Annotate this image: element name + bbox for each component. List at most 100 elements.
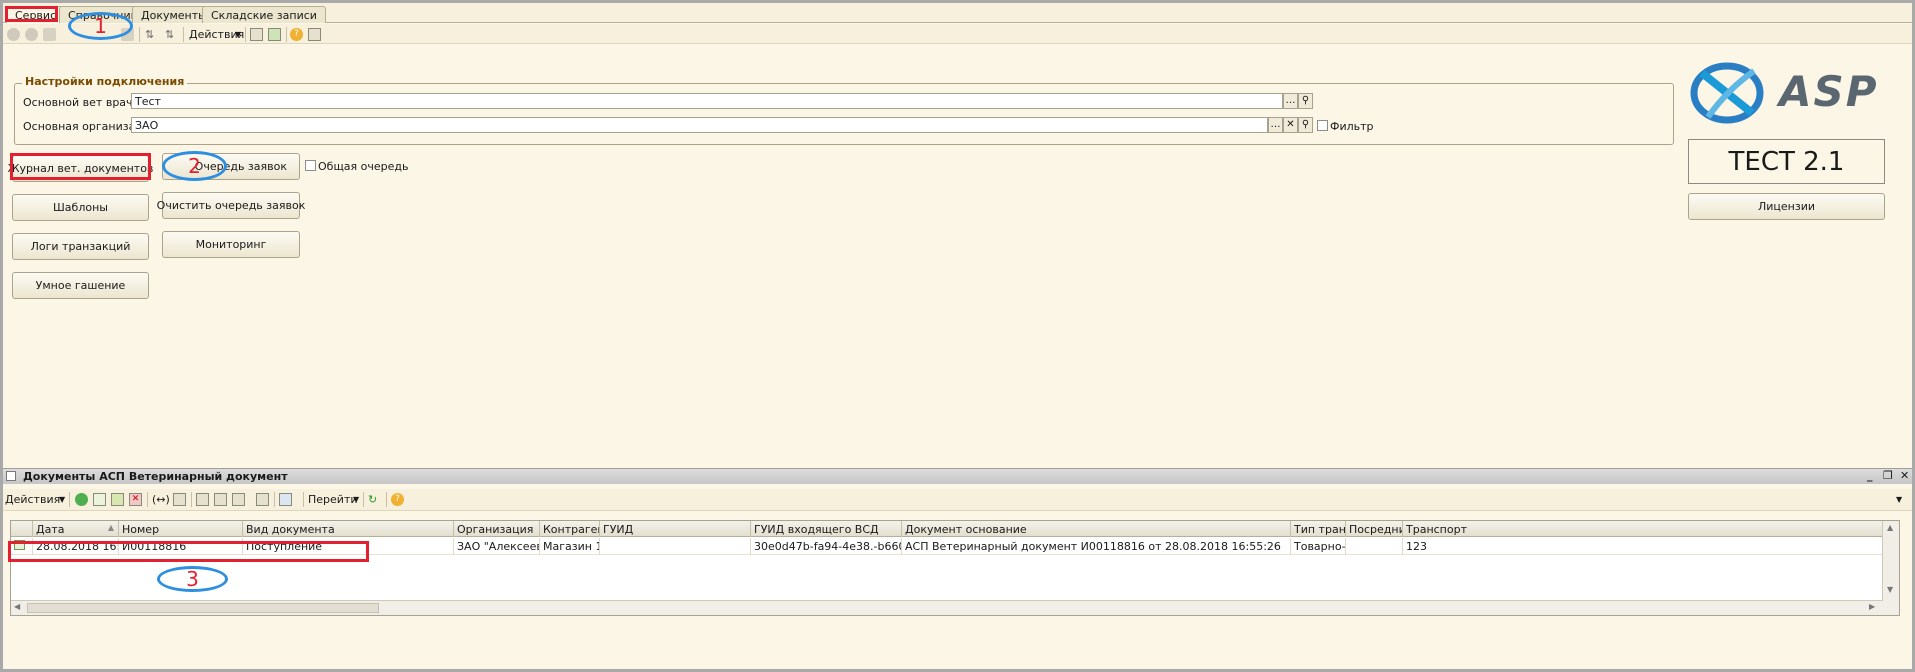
general-queue-label: Общая очередь (318, 160, 409, 173)
horizontal-scrollbar[interactable]: ◀ ▶ (11, 600, 1883, 615)
forward-icon[interactable] (25, 28, 38, 41)
clear-filter-icon[interactable] (256, 493, 269, 506)
edit-icon[interactable] (43, 28, 56, 41)
highlight-box-row (8, 541, 369, 562)
column-label: Дата (36, 523, 65, 536)
scroll-left-icon[interactable]: ◀ (14, 602, 20, 611)
back-icon[interactable] (7, 28, 20, 41)
column-header-doc-type[interactable]: Вид документа (243, 521, 454, 537)
monitoring-button[interactable]: Мониторинг (162, 231, 300, 258)
filter-icon[interactable] (196, 493, 209, 506)
help-icon[interactable]: ? (391, 493, 404, 506)
toolbar-separator (286, 27, 287, 42)
column-header-intermediary[interactable]: Посредник (1346, 521, 1403, 537)
column-header-transport-type[interactable]: Тип транс... (1291, 521, 1346, 537)
sort-asc-icon[interactable]: ⇅ (145, 28, 154, 41)
close-icon[interactable]: ✕ (1900, 469, 1909, 482)
toolbar-separator (139, 27, 140, 42)
documents-toolbar: Действия ▼ ✕ (↔) Перейти ▼ ↻ ? ▼ (3, 489, 1912, 511)
toolbar-separator (147, 492, 148, 507)
filter-label: Фильтр (1330, 120, 1374, 133)
toolbar-separator (274, 492, 275, 507)
filter-checkbox[interactable] (1317, 120, 1328, 131)
vet-field[interactable]: Тест (131, 93, 1283, 109)
refresh-icon[interactable]: ↻ (368, 493, 377, 506)
add-icon[interactable] (75, 493, 88, 506)
highlight-box-journal (10, 153, 151, 180)
copy-icon[interactable] (93, 493, 106, 506)
panel-actions-menu[interactable]: Действия (5, 493, 60, 506)
documents-panel-header: Документы АСП Ветеринарный документ _ ❐ … (3, 468, 1912, 484)
smart-cancel-button[interactable]: Умное гашение (12, 272, 149, 299)
edit-icon[interactable] (111, 493, 124, 506)
toolbar-separator (69, 492, 70, 507)
column-header-number[interactable]: Номер (119, 521, 243, 537)
document-icon (6, 471, 16, 481)
general-queue-checkbox[interactable] (305, 160, 316, 171)
select-button[interactable]: … (1268, 117, 1283, 133)
search-icon[interactable]: ⚲ (1298, 117, 1313, 133)
annotation-marker-1: 1 (68, 12, 133, 40)
org-field[interactable]: ЗАО (131, 117, 1268, 133)
column-header-guid[interactable]: ГУИД (600, 521, 751, 537)
licenses-button[interactable]: Лицензии (1688, 193, 1885, 220)
filter-settings-icon[interactable] (232, 493, 245, 506)
cell-transport-type: Товарно-... (1291, 538, 1346, 555)
delete-icon[interactable]: ✕ (129, 493, 142, 506)
toolbar-separator (191, 492, 192, 507)
clear-queue-button[interactable]: Очистить очередь заявок (157, 192, 305, 219)
main-toolbar: ⇅ ⇅ Действия ▼ ? (3, 24, 1912, 44)
sort-desc-icon[interactable]: ⇅ (165, 28, 174, 41)
column-header-base-document[interactable]: Документ основание (902, 521, 1291, 537)
search-icon[interactable]: ⚲ (1298, 93, 1313, 109)
cell-incoming-guid: 30e0d47b-fa94-4e38.-b660-a789d... (751, 538, 902, 555)
column-header-date[interactable]: Дата ▲ (33, 521, 119, 537)
toolbar-separator (386, 492, 387, 507)
vet-label: Основной вет врач: (23, 96, 137, 109)
goto-menu[interactable]: Перейти (308, 493, 358, 506)
column-header-transport[interactable]: Транспорт (1403, 521, 1883, 537)
hierarchy-icon[interactable]: (↔) (152, 493, 170, 506)
filter-by-value-icon[interactable] (214, 493, 227, 506)
column-header-incoming-guid[interactable]: ГУИД входящего ВСД (751, 521, 902, 537)
scroll-right-icon[interactable]: ▶ (1869, 602, 1875, 611)
chevron-down-icon: ▼ (59, 495, 66, 504)
icon-column-header (11, 521, 33, 537)
scroll-thumb[interactable] (27, 603, 379, 613)
toolbar-separator (303, 492, 304, 507)
vertical-scrollbar[interactable]: ▲ ▼ (1882, 521, 1899, 615)
annotation-marker-3: 3 (157, 566, 228, 592)
sort-asc-icon: ▲ (107, 523, 114, 532)
asp-logo-icon (1690, 62, 1764, 124)
print-icon[interactable] (250, 28, 263, 41)
application-window: Сервис Справочники Документы Складские з… (3, 3, 1912, 669)
panel-title: Документы АСП Ветеринарный документ (23, 470, 288, 483)
group-title: Настройки подключения (22, 75, 188, 88)
select-button[interactable]: … (1283, 93, 1298, 109)
scroll-down-icon[interactable]: ▼ (1887, 585, 1893, 594)
export-icon[interactable] (268, 28, 281, 41)
find-icon[interactable] (173, 493, 186, 506)
scroll-up-icon[interactable]: ▲ (1887, 523, 1893, 532)
chevron-down-icon: ▼ (235, 30, 242, 39)
cell-base-document: АСП Ветеринарный документ И00118816 от 2… (902, 538, 1291, 555)
column-header-counterparty[interactable]: Контрагент (540, 521, 600, 537)
chevron-down-icon[interactable]: ▼ (1896, 495, 1902, 504)
version-label: ТЕСТ 2.1 (1688, 139, 1885, 184)
column-header-organization[interactable]: Организация (454, 521, 540, 537)
clear-icon[interactable]: ✕ (1283, 117, 1298, 133)
settings-icon[interactable] (308, 28, 321, 41)
restore-icon[interactable]: ❐ (1883, 469, 1893, 482)
templates-button[interactable]: Шаблоны (12, 194, 149, 221)
enter-on-base-icon[interactable] (279, 493, 292, 506)
cell-guid (600, 538, 751, 555)
help-icon[interactable]: ? (290, 28, 303, 41)
toolbar-separator (245, 27, 246, 42)
cell-transport: 123 (1406, 540, 1427, 553)
transaction-logs-button[interactable]: Логи транзакций (12, 233, 149, 260)
minimize-icon[interactable]: _ (1867, 469, 1873, 482)
annotation-marker-2: 2 (162, 151, 227, 181)
tab-warehouse-records[interactable]: Складские записи (202, 6, 326, 23)
chevron-down-icon: ▼ (353, 495, 360, 504)
documents-table: Дата ▲ Номер Вид документа Организация К… (10, 520, 1900, 616)
